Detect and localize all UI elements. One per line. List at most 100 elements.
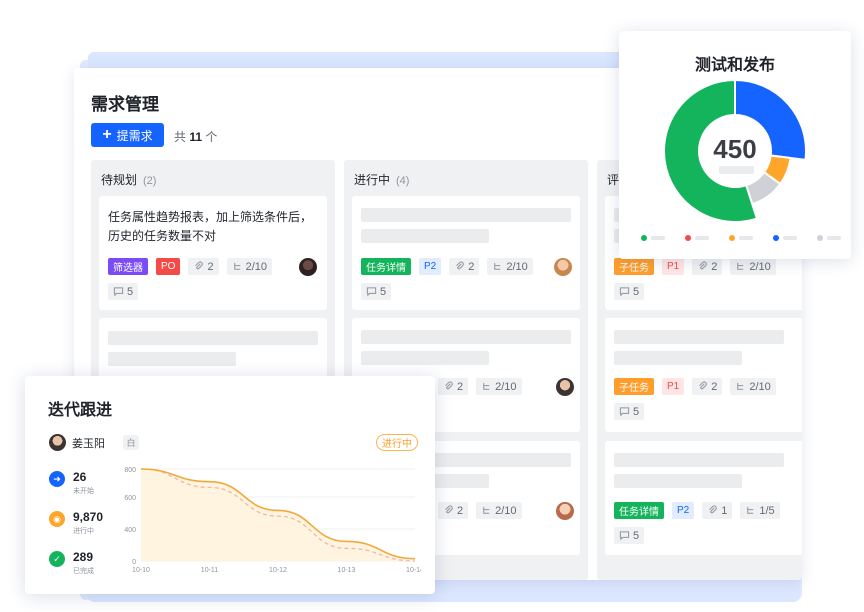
- add-requirement-button[interactable]: + 提需求: [91, 123, 164, 147]
- stat-label: 已完成: [73, 568, 94, 575]
- tag-label[interactable]: 子任务: [614, 378, 654, 395]
- subtask-icon: [233, 262, 240, 270]
- assignee-avatar[interactable]: [556, 502, 574, 520]
- task-card[interactable]: 任务详情 P2 1 1/5 5: [605, 441, 802, 555]
- placeholder-line: [108, 352, 236, 366]
- assignee-avatar[interactable]: [299, 258, 317, 276]
- iteration-owner[interactable]: 姜玉阳: [49, 434, 105, 451]
- subtask-count: 2/10: [487, 258, 533, 275]
- task-card[interactable]: 任务属性趋势报表，加上筛选条件后，历史的任务数量不对 筛选器 PO 2 2/10: [99, 196, 327, 310]
- task-title: 任务属性趋势报表，加上筛选条件后，历史的任务数量不对: [108, 210, 313, 243]
- placeholder-line: [108, 331, 318, 345]
- attachment-count: 2: [449, 258, 480, 275]
- placeholder-line: [361, 208, 571, 222]
- subtask-count: 1/5: [740, 502, 780, 519]
- private-icon: 白: [123, 435, 139, 450]
- legend-dot: [685, 235, 691, 241]
- subtask-icon: [483, 506, 490, 514]
- burndown-chart: 800 600 400 010-10 10-11 10-12 10-13 10-14: [124, 467, 421, 574]
- subtask-count: 2/10: [730, 258, 776, 275]
- paperclip-icon: [445, 381, 453, 390]
- legend-item[interactable]: [729, 235, 753, 241]
- priority-tag[interactable]: P1: [662, 258, 685, 275]
- task-card[interactable]: 子任务 P1 2 2/10 5: [605, 318, 802, 432]
- comment-count: 5: [614, 403, 645, 420]
- donut-title: 测试和发布: [694, 57, 775, 74]
- placeholder-line: [361, 229, 489, 243]
- priority-tag[interactable]: P1: [662, 378, 685, 395]
- attachment-count: 2: [188, 258, 219, 275]
- tag-label[interactable]: 筛选器: [108, 258, 148, 275]
- legend-placeholder: [783, 236, 797, 240]
- stat-value: 9,870: [73, 510, 104, 524]
- subtask-count: 2/10: [226, 258, 272, 275]
- paperclip-icon: [456, 261, 465, 270]
- attachment-count: 2: [438, 502, 469, 519]
- assignee-avatar[interactable]: [554, 258, 572, 276]
- legend-item[interactable]: [685, 235, 709, 241]
- owner-name: 姜玉阳: [72, 437, 105, 450]
- paperclip-icon: [699, 381, 708, 390]
- iteration-card: 迭代跟进 姜玉阳 白 进行中 ➜ 26 未开始 ◉ 9,870 进行中 ✓ 28…: [25, 376, 435, 594]
- subtask-icon: [737, 262, 744, 270]
- priority-tag[interactable]: P2: [419, 258, 442, 275]
- attachment-count: 2: [438, 378, 469, 395]
- donut-center-placeholder: [719, 166, 754, 174]
- owner-avatar: [49, 434, 66, 451]
- attachment-count: 2: [692, 378, 723, 395]
- priority-tag[interactable]: P2: [672, 502, 695, 519]
- comment-count: 5: [108, 283, 139, 300]
- subtask-icon: [737, 382, 744, 390]
- screenshot-stage: 需求管理 + 提需求 共 11 个 待规划 (2) 任务属性趋势报表，加上筛选条件…: [0, 0, 864, 612]
- column-header: 待规划 (2): [101, 173, 157, 187]
- placeholder-line: [361, 351, 489, 365]
- y-tick-label: 400: [124, 527, 136, 534]
- tag-label[interactable]: 任务详情: [361, 258, 411, 275]
- eye-icon: ◉: [49, 511, 65, 527]
- stat-done: ✓ 289 已完成: [49, 550, 94, 576]
- legend-dot: [817, 235, 823, 241]
- legend-item[interactable]: [817, 235, 841, 241]
- donut-center-value: 450: [713, 134, 757, 164]
- subtask-count: 2/10: [476, 502, 522, 519]
- assignee-avatar[interactable]: [556, 378, 574, 396]
- stat-label: 进行中: [73, 528, 94, 535]
- placeholder-line: [614, 453, 784, 467]
- legend-dot: [641, 235, 647, 241]
- comment-icon: [366, 287, 377, 297]
- subtask-icon: [747, 506, 754, 514]
- paperclip-icon: [195, 261, 204, 270]
- legend-item[interactable]: [773, 235, 797, 241]
- page-title: 需求管理: [91, 95, 159, 114]
- check-icon: ✓: [49, 551, 65, 567]
- placeholder-line: [614, 330, 784, 344]
- tag-label[interactable]: 任务详情: [614, 502, 664, 519]
- x-tick-label: 10-12: [269, 567, 287, 574]
- column-header: 评: [607, 173, 620, 187]
- total-count: 共 11 个: [174, 130, 218, 144]
- placeholder-line: [614, 351, 742, 365]
- subtask-icon: [494, 262, 501, 270]
- placeholder-line: [361, 330, 571, 344]
- x-tick-label: 10-10: [132, 567, 150, 574]
- stat-not-started: ➜ 26 未开始: [49, 470, 94, 496]
- stat-value: 26: [73, 470, 87, 484]
- x-tick-label: 10-11: [201, 567, 218, 574]
- arrow-right-icon: ➜: [49, 471, 65, 487]
- subtask-count: 2/10: [730, 378, 776, 395]
- comment-count: 5: [614, 283, 645, 300]
- legend-item[interactable]: [641, 235, 665, 241]
- status-badge: 进行中: [376, 434, 418, 451]
- y-tick-label: 0: [132, 559, 136, 566]
- comment-icon: [619, 287, 630, 297]
- attachment-count: 2: [692, 258, 723, 275]
- y-tick-label: 600: [124, 495, 136, 502]
- priority-tag[interactable]: PO: [156, 258, 181, 275]
- add-requirement-label: 提需求: [116, 128, 153, 143]
- plus-icon: +: [102, 126, 112, 143]
- placeholder-line: [614, 474, 742, 488]
- task-card[interactable]: 任务详情 P2 2 2/10 5: [352, 196, 580, 310]
- stat-value: 289: [73, 550, 94, 564]
- tag-label[interactable]: 子任务: [614, 258, 654, 275]
- legend-placeholder: [695, 236, 709, 240]
